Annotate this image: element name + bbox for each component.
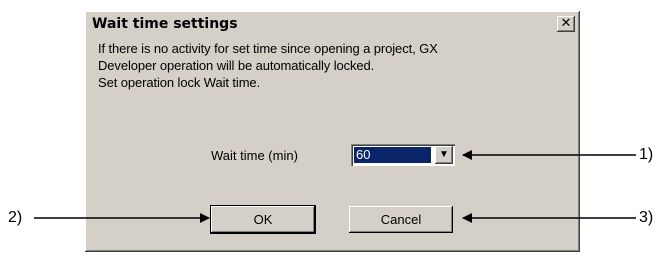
callout-arrows: [34, 150, 636, 223]
callout-2-label: 2): [8, 209, 23, 226]
callout-3-label: 3): [639, 209, 654, 226]
callout-1-label: 1): [639, 146, 654, 163]
